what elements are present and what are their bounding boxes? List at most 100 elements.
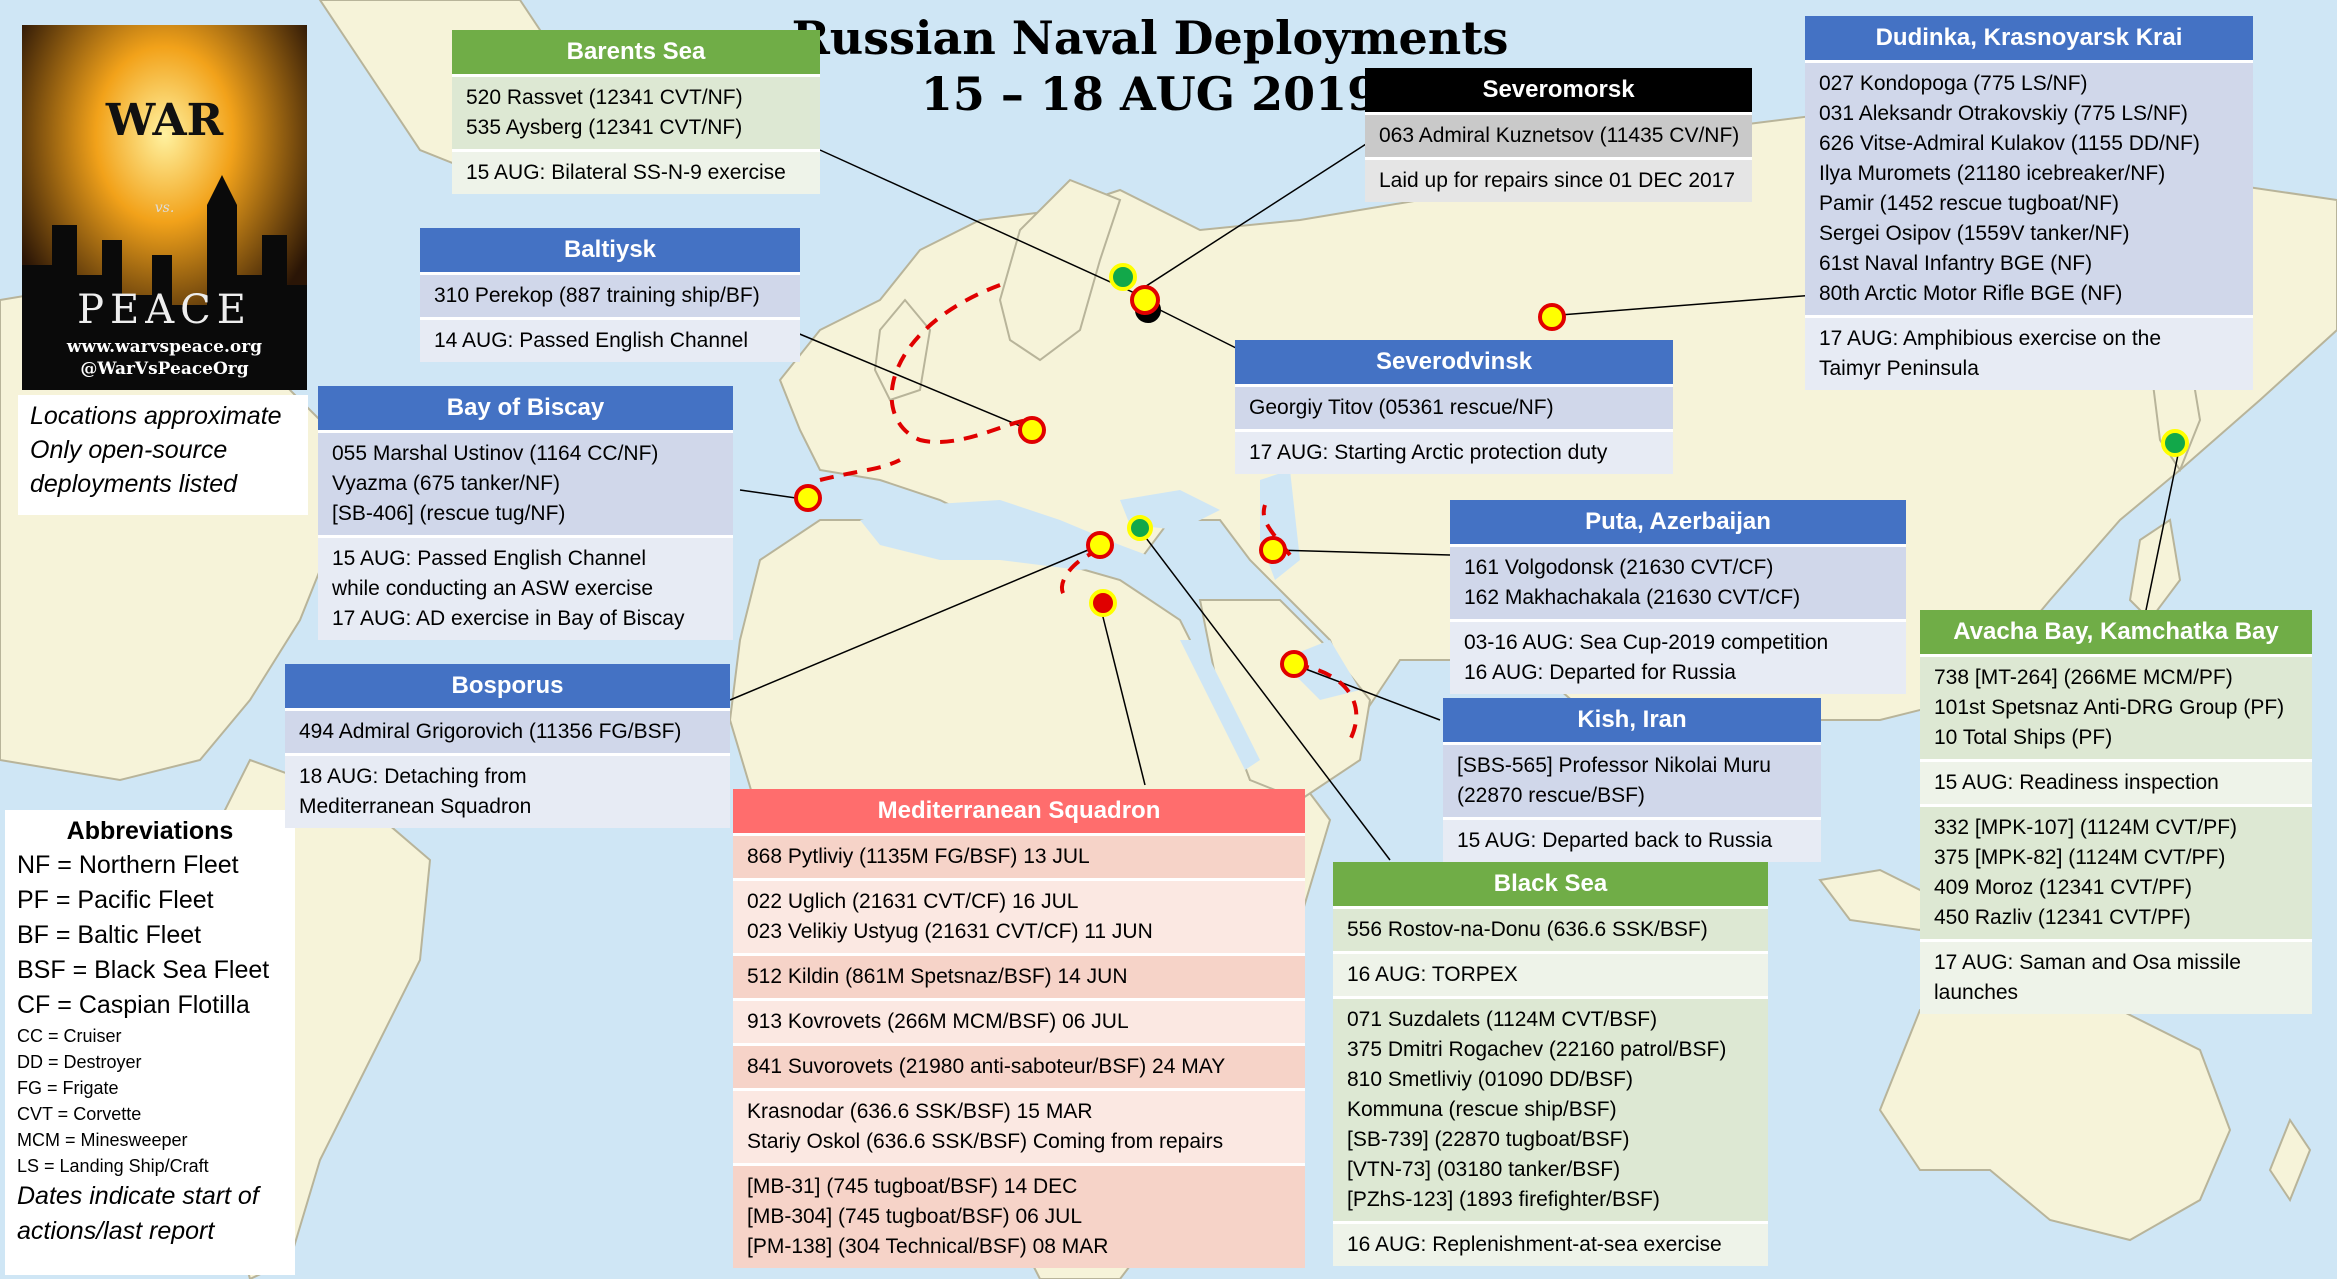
marker-blacksea [1127,515,1153,541]
severodvinsk-box-line: 17 AUG: Starting Arctic protection duty [1249,441,1608,464]
dudinka-box: Dudinka, Krasnoyarsk Krai 027 Kondopoga (… [1805,16,2253,390]
baltiysk-box-line: 14 AUG: Passed English Channel [434,329,749,352]
avacha-box-line: 17 AUG: Saman and Osa missile [1934,951,2241,974]
severomorsk-box-row: Laid up for repairs since 01 DEC 2017 [1365,157,1752,202]
biscay-box-line: 15 AUG: Passed English Channel [332,547,647,570]
abbreviations-legend: Abbreviations NF = Northern Fleet PF = P… [5,810,295,1275]
barents-sea-box: Barents Sea 520 Rassvet (12341 CVT/NF) 535… [452,30,820,194]
severodvinsk-box-line: Georgiy Titov (05361 rescue/NF) [1249,396,1554,419]
marker-med [1089,589,1117,617]
avacha-box-row: 738 [MT-264] (266ME MCM/PF) 101st Spetsna… [1920,654,2312,759]
barents-box-line: 15 AUG: Bilateral SS-N-9 exercise [466,161,786,184]
blacksea-box-row: 071 Suzdalets (1124M CVT/BSF) 375 Dmitri … [1333,996,1768,1221]
avacha-box-row: 17 AUG: Saman and Osa missile launches [1920,939,2312,1014]
biscay-box-row: 15 AUG: Passed English Channel while cond… [318,535,733,640]
barents-box-row: 520 Rassvet (12341 CVT/NF) 535 Aysberg (1… [452,74,820,149]
abbr-type: FG = Frigate [17,1078,119,1098]
abbr-type: DD = Destroyer [17,1052,142,1072]
marker-baltiysk [1018,416,1046,444]
baltiysk-box-row: 310 Perekop (887 training ship/BF) [420,272,800,317]
kish-box-line: [SBS-565] Professor Nikolai Muru [1457,754,1771,777]
med-box-line: 512 Kildin (861M Spetsnaz/BSF) 14 JUN [747,965,1128,988]
dudinka-box-line: 17 AUG: Amphibious exercise on the [1819,327,2162,350]
avacha-box-line: 738 [MT-264] (266ME MCM/PF) [1934,666,2233,689]
dudinka-box-row: 17 AUG: Amphibious exercise on the Taimyr… [1805,315,2253,390]
dudinka-box-line: Pamir (1452 rescue tugboat/NF) [1819,192,2119,215]
marker-avacha [2161,429,2189,457]
abbr-type: CVT = Corvette [17,1104,142,1124]
biscay-box-line: while conducting an ASW exercise [332,577,653,600]
med-box-line: 868 Pytliviy (1135M FG/BSF) 13 JUL [747,845,1090,868]
avacha-box-line: launches [1934,981,2019,1004]
marker-puta [1259,536,1287,564]
bosporus-box-line: 18 AUG: Detaching from [299,765,527,788]
logo-war-text: WAR [105,95,224,146]
barents-box-header: Barents Sea [452,30,820,74]
dudinka-box-line: 61st Naval Infantry BGE (NF) [1819,252,2093,275]
blacksea-box-line: 810 Smetliviy (01090 DD/BSF) [1347,1068,1633,1091]
dudinka-box-line: 031 Aleksandr Otrakovskiy (775 LS/NF) [1819,102,2188,125]
bosporus-box-line: 494 Admiral Grigorovich (11356 FG/BSF) [299,720,682,743]
puta-azerbaijan-box: Puta, Azerbaijan 161 Volgodonsk (21630 CV… [1450,500,1906,694]
baltiysk-box-line: 310 Perekop (887 training ship/BF) [434,284,760,307]
med-box-row: 913 Kovrovets (266M MCM/BSF) 06 JUL [733,998,1305,1043]
abbr-fleet: NF = Northern Fleet [17,851,239,879]
severomorsk-box-line: Laid up for repairs since 01 DEC 2017 [1379,169,1736,192]
med-box-line: 841 Suvorovets (21980 anti-saboteur/BSF)… [747,1055,1226,1078]
dudinka-box-line: 027 Kondopoga (775 LS/NF) [1819,72,2088,95]
dudinka-box-line: Sergei Osipov (1559V tanker/NF) [1819,222,2130,245]
blacksea-box-line: 16 AUG: Replenishment-at-sea exercise [1347,1233,1722,1256]
marker-kish [1280,650,1308,678]
med-box-row: 022 Uglich (21631 CVT/CF) 16 JUL 023 Veli… [733,878,1305,953]
abbr-footer-line-2: actions/last report [17,1217,215,1245]
puta-box-row: 161 Volgodonsk (21630 CVT/CF) 162 Makhach… [1450,544,1906,619]
avacha-box-row: 15 AUG: Readiness inspection [1920,759,2312,804]
severodvinsk-box-row: 17 AUG: Starting Arctic protection duty [1235,429,1673,474]
map-title-line1: Russian Naval Deployments [791,11,1509,65]
kish-box-header: Kish, Iran [1443,698,1821,742]
blacksea-box-row: 556 Rostov-na-Donu (636.6 SSK/BSF) [1333,906,1768,951]
med-box-row: 512 Kildin (861M Spetsnaz/BSF) 14 JUN [733,953,1305,998]
avacha-bay-box: Avacha Bay, Kamchatka Bay 738 [MT-264] (2… [1920,610,2312,1014]
blacksea-box-line: 071 Suzdalets (1124M CVT/BSF) [1347,1008,1658,1031]
abbr-fleet: BSF = Black Sea Fleet [17,956,270,984]
avacha-box-header: Avacha Bay, Kamchatka Bay [1920,610,2312,654]
note-line-2: Only open-source [30,436,228,464]
severomorsk-box-header: Severomorsk [1365,68,1752,112]
biscay-box-line: 055 Marshal Ustinov (1164 CC/NF) [332,442,659,465]
abbr-type: MCM = Minesweeper [17,1130,188,1150]
med-box-line: Stariy Oskol (636.6 SSK/BSF) Coming from… [747,1130,1224,1153]
biscay-box-line: 17 AUG: AD exercise in Bay of Biscay [332,607,685,630]
med-box-line: Krasnodar (636.6 SSK/BSF) 15 MAR [747,1100,1093,1123]
med-box-row: Krasnodar (636.6 SSK/BSF) 15 MAR Stariy O… [733,1088,1305,1163]
bosporus-box: Bosporus 494 Admiral Grigorovich (11356 F… [285,664,730,828]
puta-box-line: 03-16 AUG: Sea Cup-2019 competition [1464,631,1829,654]
logo-url-text: www.warvspeace.org [66,337,263,357]
biscay-box-line: Vyazma (675 tanker/NF) [332,472,560,495]
blacksea-box-header: Black Sea [1333,862,1768,906]
bay-of-biscay-box: Bay of Biscay 055 Marshal Ustinov (1164 C… [318,386,733,640]
severodvinsk-box-header: Severodvinsk [1235,340,1673,384]
blacksea-box-line: 375 Dmitri Rogachev (22160 patrol/BSF) [1347,1038,1727,1061]
avacha-box-line: 450 Razliv (12341 CVT/PF) [1934,906,2191,929]
abbr-type: LS = Landing Ship/Craft [17,1156,209,1176]
med-box-row: [MB-31] (745 tugboat/BSF) 14 DEC [MB-304]… [733,1163,1305,1268]
blacksea-box-line: [SB-739] (22870 tugboat/BSF) [1347,1128,1630,1151]
kish-box-row: 15 AUG: Departed back to Russia [1443,817,1821,862]
baltiysk-box-row: 14 AUG: Passed English Channel [420,317,800,362]
puta-box-line: 162 Makhachakala (21630 CVT/CF) [1464,586,1801,609]
blacksea-box-line: 16 AUG: TORPEX [1347,963,1518,986]
kish-iran-box: Kish, Iran [SBS-565] Professor Nikolai Mu… [1443,698,1821,862]
puta-box-header: Puta, Azerbaijan [1450,500,1906,544]
mediterranean-squadron-box: Mediterranean Squadron 868 Pytliviy (1135… [733,789,1305,1268]
logo-handle-text: @WarVsPeaceOrg [80,359,249,379]
bosporus-box-row: 494 Admiral Grigorovich (11356 FG/BSF) [285,708,730,753]
med-box-line: 022 Uglich (21631 CVT/CF) 16 JUL [747,890,1079,913]
blacksea-box-row: 16 AUG: TORPEX [1333,951,1768,996]
note-line-3: deployments listed [30,470,238,498]
blacksea-box-line: [VTN-73] (03180 tanker/BSF) [1347,1158,1621,1181]
biscay-box-row: 055 Marshal Ustinov (1164 CC/NF) Vyazma (… [318,430,733,535]
puta-box-line: 16 AUG: Departed for Russia [1464,661,1736,684]
abbreviations-heading: Abbreviations [66,817,234,845]
dudinka-box-line: Taimyr Peninsula [1819,357,1979,380]
